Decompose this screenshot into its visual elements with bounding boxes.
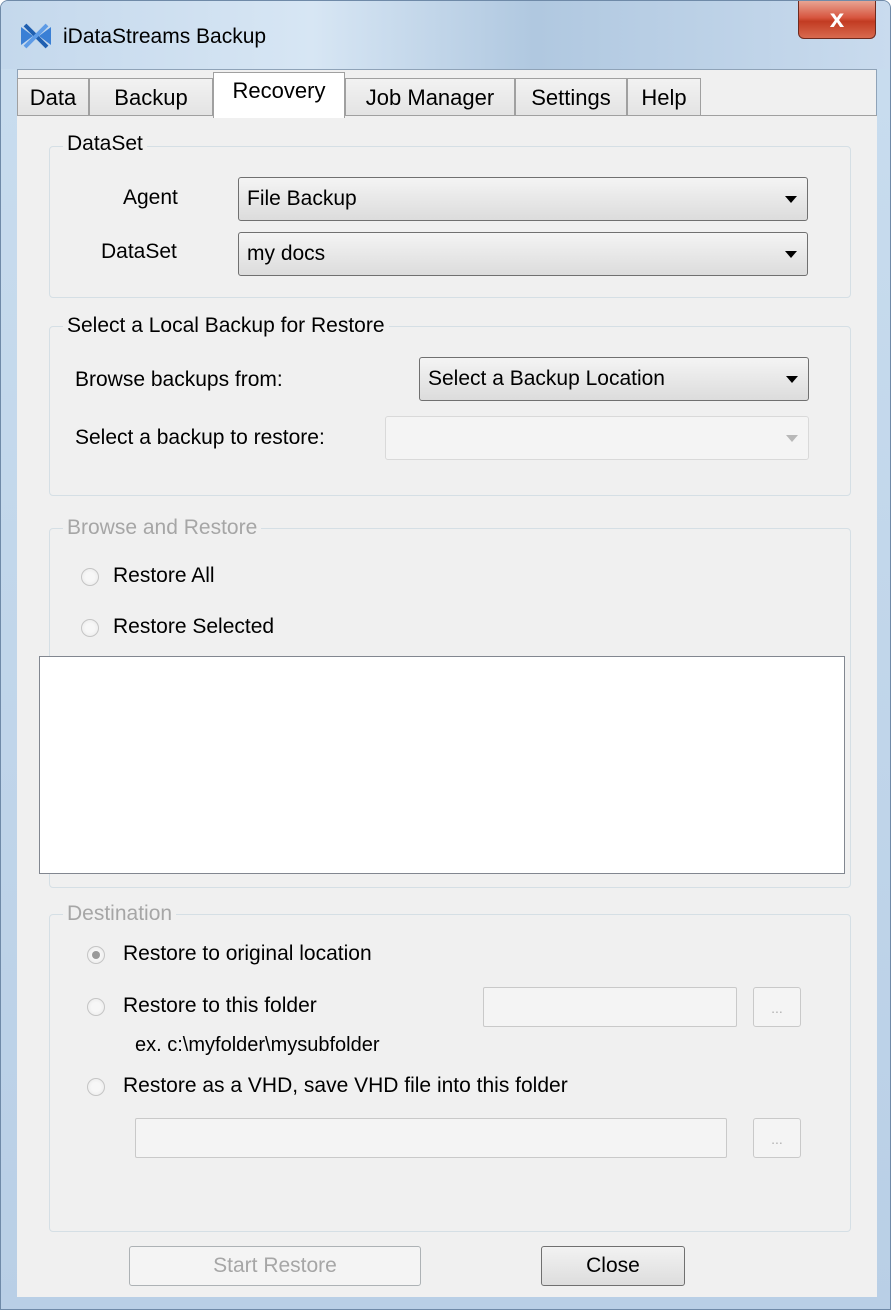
restore-folder-input[interactable]: [483, 987, 737, 1027]
app-logo-icon: [21, 23, 51, 49]
agent-value: File Backup: [247, 187, 357, 210]
recovery-panel: DataSet Agent File Backup DataSet my doc…: [17, 115, 877, 1297]
chevron-down-icon: [786, 376, 798, 383]
restore-file-tree[interactable]: [39, 656, 845, 874]
tab-recovery[interactable]: Recovery: [213, 72, 345, 118]
browse-backups-label: Browse backups from:: [75, 368, 283, 391]
title-bar[interactable]: iDataStreams Backup x: [1, 1, 890, 69]
tab-settings[interactable]: Settings: [515, 78, 627, 116]
restore-folder-browse-button[interactable]: ...: [753, 987, 801, 1027]
vhd-folder-input[interactable]: [135, 1118, 727, 1158]
restore-selected-label: Restore Selected: [113, 615, 275, 638]
backup-to-restore-dropdown[interactable]: [385, 416, 809, 460]
local-backup-group: [49, 326, 851, 496]
close-icon: x: [829, 3, 845, 33]
restore-all-label: Restore All: [113, 564, 215, 587]
select-backup-label: Select a backup to restore:: [75, 426, 325, 449]
app-window: iDataStreams Backup x Data Backup Recove…: [0, 0, 891, 1310]
vhd-folder-browse-button[interactable]: ...: [753, 1118, 801, 1158]
close-label: Close: [586, 1254, 640, 1277]
ellipsis-icon: ...: [771, 1000, 783, 1016]
chevron-down-icon: [785, 196, 797, 203]
browse-restore-group-legend: Browse and Restore: [63, 516, 262, 540]
dataset-value: my docs: [247, 242, 326, 265]
agent-dropdown[interactable]: File Backup: [238, 177, 808, 221]
dataset-group-legend: DataSet: [63, 132, 147, 156]
restore-selected-radio[interactable]: [81, 619, 99, 637]
tab-backup[interactable]: Backup: [89, 78, 213, 116]
backup-location-value: Select a Backup Location: [428, 367, 665, 390]
local-backup-group-legend: Select a Local Backup for Restore: [63, 314, 389, 338]
restore-vhd-label: Restore as a VHD, save VHD file into thi…: [123, 1074, 568, 1097]
chevron-down-icon: [786, 435, 798, 442]
destination-group-legend: Destination: [63, 902, 177, 926]
dataset-dropdown[interactable]: my docs: [238, 232, 808, 276]
dataset-label: DataSet: [101, 240, 177, 263]
restore-vhd-radio[interactable]: [87, 1078, 105, 1096]
window-title: iDataStreams Backup: [63, 25, 267, 48]
backup-location-dropdown[interactable]: Select a Backup Location: [419, 357, 809, 401]
close-window-button[interactable]: x: [798, 1, 876, 39]
restore-original-radio[interactable]: [87, 946, 105, 964]
start-restore-button[interactable]: Start Restore: [129, 1246, 421, 1286]
restore-all-radio[interactable]: [81, 568, 99, 586]
restore-folder-label: Restore to this folder: [123, 994, 317, 1017]
tab-data[interactable]: Data: [17, 78, 89, 116]
restore-original-label: Restore to original location: [123, 942, 372, 965]
start-restore-label: Start Restore: [213, 1254, 337, 1277]
chevron-down-icon: [785, 251, 797, 258]
folder-example-hint: ex. c:\myfolder\mysubfolder: [135, 1034, 380, 1056]
close-button[interactable]: Close: [541, 1246, 685, 1286]
agent-label: Agent: [123, 186, 178, 209]
ellipsis-icon: ...: [771, 1131, 783, 1147]
tab-help[interactable]: Help: [627, 78, 701, 116]
restore-folder-radio[interactable]: [87, 998, 105, 1016]
tab-job-manager[interactable]: Job Manager: [345, 78, 515, 116]
